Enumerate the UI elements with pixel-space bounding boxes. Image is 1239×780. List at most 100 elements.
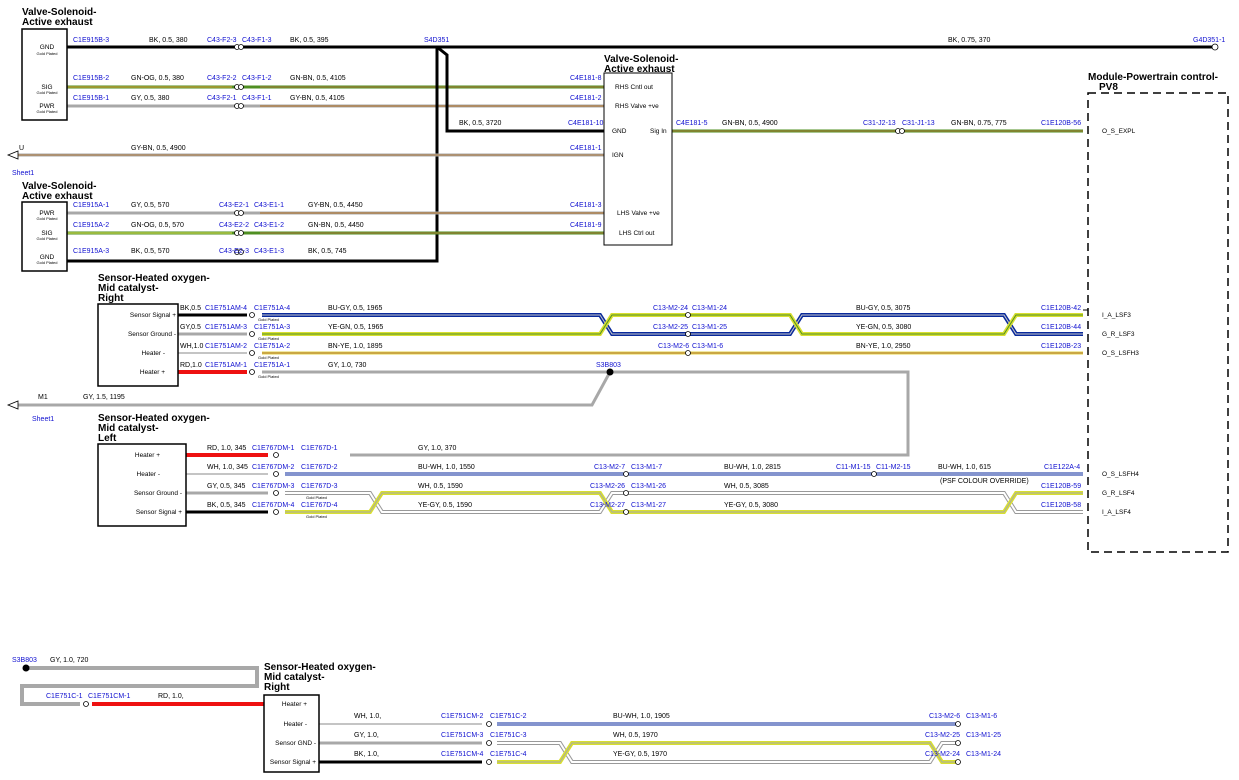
conn-label: C13-M2-25 [925,732,960,739]
sensor-right-title-3: Right [98,293,124,304]
module-sig-i-a-lsf4: I_A_LSF4 [1102,509,1131,516]
conn-label: C13-M1-25 [692,324,727,331]
pin-c3 [486,740,492,746]
conn-label: C13-M2-25 [653,324,688,331]
valve-center-title-2: Active exhaust [604,64,675,75]
conn-label: C1E120B-56 [1041,120,1081,127]
conn-label: C13-M2-6 [658,343,689,350]
conn-label: C43-F2-1 [207,95,237,102]
sl-pin-heater-neg: Heater - [137,471,160,478]
sr-pin-ground: Sensor Ground - [128,331,176,338]
module-sig-g-r-lsf3: G_R_LSF3 [1102,331,1135,338]
conn-label: C43-E2-2 [219,222,249,229]
wire-spec: GN-OG, 0.5, 380 [131,75,184,82]
pin-a3 [249,331,255,337]
offpage-m1-label: M1 [38,394,48,401]
wire-spec: BU-WH, 1.0, 2815 [724,464,781,471]
wire-spec: WH,1.0 [180,343,203,350]
wire-spec: GY,0.5 [180,324,201,331]
wiring-diagram: Valve-Solenoid- Active exhaust Valve-Sol… [6,7,1229,773]
conn-label: C43-F1-3 [242,37,272,44]
conn-label: C13-M1-24 [966,751,1001,758]
conn-label: C1E120B-58 [1041,502,1081,509]
wire-spec: BK, 0.5, 570 [131,248,170,255]
conn-label: C1E767D-4 [301,502,338,509]
wire-spec: BK, 0.75, 370 [948,37,991,44]
gold-note: Gold Plated [306,514,327,519]
sheet-link-m1[interactable]: Sheet1 [32,416,54,423]
offpage-u-arrow [6,150,19,160]
sl-pin-ground: Sensor Ground - [134,490,182,497]
valve-mid-gold-1: Gold Plated [37,216,58,221]
gold-note: Gold Plated [258,317,279,322]
conn-label: C1E122A-4 [1044,464,1080,471]
sensor-bottom-title-3: Right [264,682,290,693]
wire-spec: GY-BN, 0.5, 4900 [131,145,186,152]
conn-label: C1E120B-59 [1041,483,1081,490]
wire-spec: BN-YE, 1.0, 2950 [856,343,911,350]
wire-spec: GY-BN, 0.5, 4450 [308,202,363,209]
valve-mid-title-2: Active exhaust [22,191,93,202]
wire-spec: WH, 0.5, 1590 [418,483,463,490]
conn-label: C1E751AM-2 [205,343,247,350]
conn-label: C43-F2-3 [207,37,237,44]
conn-label: S3B803 [596,362,621,369]
wire-spec: BK, 0.5, 345 [207,502,246,509]
sheet-link-u[interactable]: Sheet1 [12,170,34,177]
wire-wh-lower-in [285,492,1083,513]
conn-label: S3B803 [12,657,37,664]
conn-label: C1E751CM-4 [441,751,484,758]
wire-spec: GY-BN, 0.5, 4105 [290,95,345,102]
pin-m27 [623,509,629,515]
conn-label: C4E181-2 [570,95,602,102]
gold-note: Gold Plated [258,336,279,341]
wire-spec: GY, 1.0, [354,732,379,739]
pin-f1-1 [238,103,244,109]
conn-label: C1E767D-1 [301,445,338,452]
conn-label: C4E181-5 [676,120,708,127]
wire-spec: BU-GY, 0.5, 3075 [856,305,910,312]
wire-spec: BU-WH, 1.0, 615 [938,464,991,471]
conn-label: C1E767DM-4 [252,502,295,509]
valve-top-gold-1: Gold Plated [37,51,58,56]
conn-label: C31-J2-13 [863,120,896,127]
sl-pin-signal: Sensor Signal + [136,509,182,516]
wire-spec: GN-OG, 0.5, 570 [131,222,184,229]
module-sig-o-s-lsfh4: O_S_LSFH4 [1102,471,1139,478]
wire-spec: WH, 0.5, 3085 [724,483,769,490]
conn-label: C1E751CM-3 [441,732,484,739]
conn-label: C13-M2-26 [590,483,625,490]
wire-spec: GN-BN, 0.5, 4900 [722,120,778,127]
wire-spec: GN-BN, 0.5, 4105 [290,75,346,82]
pin-g4d351 [1211,43,1219,51]
conn-label: C43-F1-1 [242,95,272,102]
conn-label: C1E751AM-3 [205,324,247,331]
conn-label: C1E767DM-1 [252,445,295,452]
conn-label: C43-E1-2 [254,222,284,229]
conn-label: S4D351 [424,37,449,44]
wire-spec: GY, 0.5, 570 [131,202,170,209]
module-sig-o-s-expl: O_S_EXPL [1102,128,1136,135]
conn-label: C1E120B-42 [1041,305,1081,312]
pin-c4 [486,759,492,765]
conn-label: C1E767D-2 [301,464,338,471]
wire-bk-gnd [436,45,604,133]
conn-label: C1E767D-3 [301,483,338,490]
conn-label: C43-E1-3 [254,248,284,255]
conn-label: C43-E2-1 [219,202,249,209]
wire-spec: GY, 0.5, 380 [131,95,170,102]
wire-ye-gy-lower-stripe [285,492,1083,513]
pin-m24 [685,312,691,318]
conn-label: C13-M1-24 [692,305,727,312]
conn-label: C1E751C-1 [46,693,83,700]
pin-c2 [486,721,492,727]
conn-label: C31-J1-13 [902,120,935,127]
pin-m26 [623,490,629,496]
pin-m25 [685,331,691,337]
conn-label: C4E181-1 [570,145,602,152]
offpage-m1-arrow [6,400,19,410]
pin-m7 [623,471,629,477]
wire-spec: BU-WH, 1.0, 1550 [418,464,475,471]
valve-center-box [603,72,673,246]
pin-f1-3 [238,44,244,50]
